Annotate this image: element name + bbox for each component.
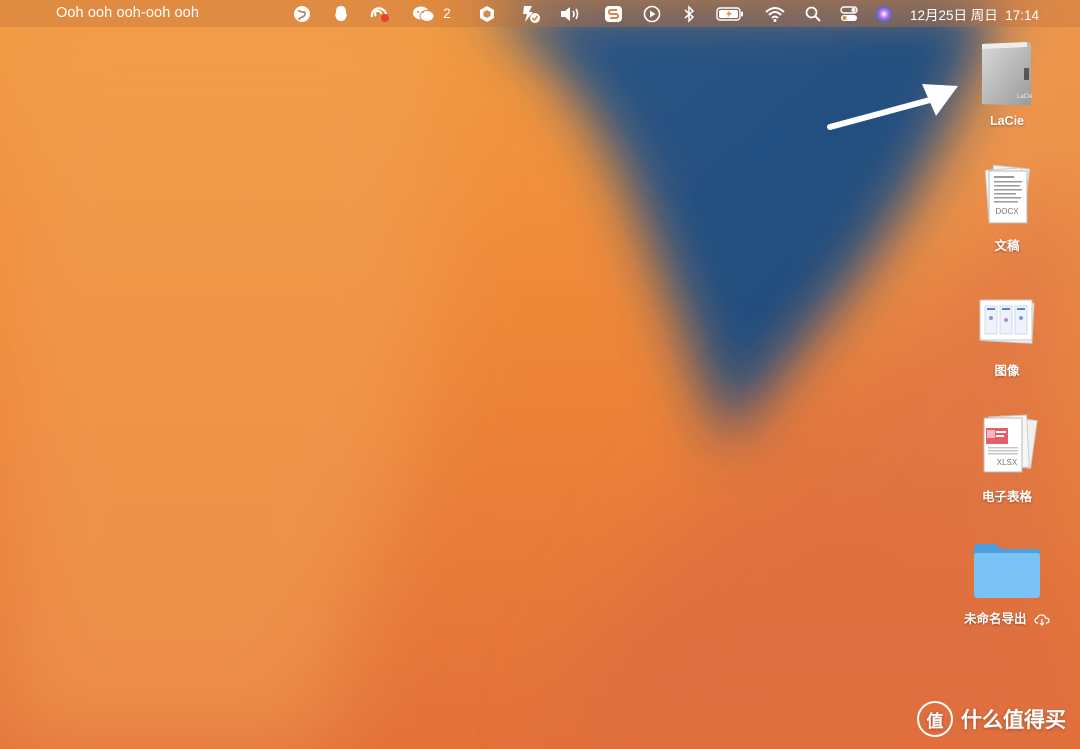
menu-clock[interactable]: 12月25日 周日 17:14 [910,3,1062,24]
desktop-icon-label: 电子表格 [981,490,1032,504]
play-icon[interactable] [642,3,662,24]
icloud-download-icon [1034,613,1050,631]
sync-status-icon[interactable] [369,3,391,24]
document-stack-icon: DOCX [979,163,1035,229]
sogou-icon[interactable] [603,3,623,24]
wifi-icon[interactable] [764,3,786,24]
wechat-icon[interactable] [412,3,436,24]
svg-text:LaCie: LaCie [1017,94,1033,100]
folder-icon [972,540,1042,602]
desktop-icon-label: 图像 [994,364,1020,378]
volume-icon[interactable] [559,3,581,24]
wallpaper [0,0,1080,749]
smzdm-watermark: 值 什么值得买 [917,701,1066,737]
image-stack-icon [977,288,1037,354]
xlsx-badge: XLSX [996,458,1018,467]
wechat-unread-count: 2 [443,6,451,21]
shield-app-icon[interactable] [477,3,497,24]
menu-bar: Ooh ooh ooh-ooh ooh 2 12月25日 周日 17:14 [0,0,1080,27]
desktop-icon-spreadsheets[interactable]: XLSX 电子表格 [957,412,1057,506]
battery-icon[interactable] [715,3,745,24]
desktop-icon-label: 文稿 [994,239,1020,253]
siri-icon[interactable] [874,3,894,24]
desktop-icon-lacie[interactable]: LaCie LaCie [957,40,1057,130]
docx-badge: DOCX [995,207,1019,216]
search-icon[interactable] [804,3,822,24]
external-drive-icon: LaCie [979,40,1035,108]
desktop-icon-label: LaCie [989,114,1025,128]
qq-icon[interactable] [331,3,351,24]
now-playing-title[interactable]: Ooh ooh ooh-ooh ooh [56,5,199,21]
vpn-icon[interactable] [520,3,542,24]
watermark-text: 什么值得买 [961,709,1066,732]
control-center-icon[interactable] [839,3,859,24]
desktop-icon-export-folder[interactable]: 未命名导出 [957,540,1057,631]
desktop[interactable]: Ooh ooh ooh-ooh ooh 2 12月25日 周日 17:14 La… [0,0,1080,749]
desktop-icon-documents[interactable]: DOCX 文稿 [957,163,1057,255]
desktop-icon-images[interactable]: 图像 [957,288,1057,380]
smzdm-logo-icon: 值 [917,701,953,737]
annotation-arrow-icon [827,84,958,130]
desktop-icon-label: 未命名导出 [964,612,1027,626]
spreadsheet-stack-icon: XLSX [976,412,1038,480]
globe-icon[interactable] [292,3,312,24]
bluetooth-icon[interactable] [680,3,698,24]
